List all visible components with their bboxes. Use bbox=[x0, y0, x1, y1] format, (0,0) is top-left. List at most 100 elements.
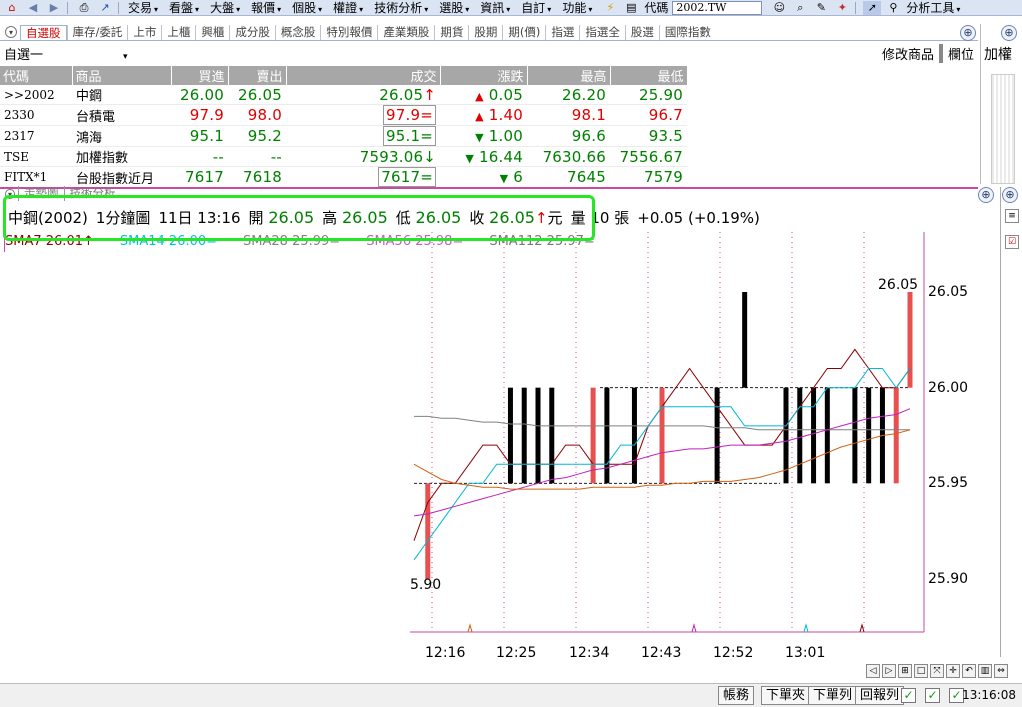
account-button[interactable]: 帳務 bbox=[718, 686, 755, 705]
order-folder-button[interactable]: 下單夾 bbox=[761, 686, 811, 705]
menu-stocks[interactable]: 個股 bbox=[287, 0, 328, 16]
report-bar-button[interactable]: 回報列 bbox=[855, 686, 905, 705]
side-check-icon[interactable]: ☑ bbox=[1005, 235, 1019, 249]
quote-ask[interactable]: -- bbox=[228, 146, 286, 167]
col-code[interactable]: 代碼 bbox=[0, 66, 73, 85]
fit-tool-icon[interactable]: ⤧ bbox=[930, 664, 944, 678]
back-icon[interactable]: ◀ bbox=[24, 1, 42, 15]
quote-change: ▼ 6 bbox=[440, 166, 527, 188]
quote-last[interactable]: 7593.06↓ bbox=[286, 146, 440, 167]
scroll-left-icon[interactable]: ◁ bbox=[866, 664, 880, 678]
col-bid[interactable]: 買進 bbox=[171, 66, 229, 85]
quote-bid[interactable]: 95.1 bbox=[171, 125, 228, 147]
bar-chart-icon[interactable]: ▥ bbox=[978, 664, 992, 678]
quote-last[interactable]: 97.9= bbox=[286, 104, 440, 126]
quote-last[interactable]: 95.1= bbox=[286, 125, 440, 147]
notepad-icon[interactable]: ▤ bbox=[622, 1, 640, 15]
quote-row[interactable]: >>2002 中鋼 26.00 26.05 26.05↑ ▲ 0.05 26.20 25.90 bbox=[0, 85, 687, 105]
side-tab-icon[interactable]: ≡ bbox=[1005, 209, 1019, 223]
menu-warrants[interactable]: 權證 bbox=[328, 0, 369, 16]
quote-row[interactable]: 2317 鴻海 95.1 95.2 95.1= ▼ 1.00 96.6 93.5 bbox=[0, 125, 687, 147]
quote-bid[interactable]: -- bbox=[171, 146, 228, 167]
zoom-in-icon[interactable]: ⊕ bbox=[960, 25, 976, 41]
pointer-icon[interactable]: ➚ bbox=[863, 0, 882, 15]
zoom-tool-icon[interactable]: ⊞ bbox=[898, 664, 912, 678]
col-high[interactable]: 最高 bbox=[527, 66, 611, 85]
tab-stock-futures[interactable]: 股期 bbox=[468, 25, 502, 40]
chart-zoom-icon[interactable]: ⊕ bbox=[978, 187, 994, 203]
quote-last[interactable]: 7617= bbox=[286, 166, 440, 188]
tab-holdings[interactable]: 庫存/委託 bbox=[66, 25, 128, 40]
menu-technical[interactable]: 技術分析 bbox=[369, 0, 434, 16]
tab-otc[interactable]: 上櫃 bbox=[161, 25, 195, 40]
clock: 13:16:08 bbox=[962, 688, 1016, 702]
code-input[interactable]: 2002.TW bbox=[672, 0, 763, 15]
quote-row[interactable]: TSE 加權指數 -- -- 7593.06↓ ▼ 16.44 7630.66 7556.67 bbox=[0, 146, 687, 167]
quote-last[interactable]: 26.05↑ bbox=[286, 85, 440, 105]
menu-info[interactable]: 資訊 bbox=[475, 0, 516, 16]
print-icon[interactable]: ⎙ bbox=[75, 1, 93, 15]
fields-button[interactable]: 欄位 bbox=[946, 44, 976, 63]
external-link-icon[interactable]: ↗ bbox=[96, 1, 114, 15]
tab-international[interactable]: 國際指數 bbox=[658, 25, 716, 40]
down-triangle-icon: ▼ bbox=[499, 172, 509, 185]
menu-quotes[interactable]: 報價 bbox=[246, 0, 287, 16]
quote-ask[interactable]: 26.05 bbox=[228, 85, 286, 105]
select-tool-icon[interactable]: □ bbox=[914, 664, 928, 678]
col-last[interactable]: 成交 bbox=[286, 66, 441, 85]
quote-ask[interactable]: 7618 bbox=[228, 166, 286, 188]
forward-icon[interactable]: ▶ bbox=[45, 1, 63, 15]
undo-icon[interactable]: ↶ bbox=[962, 664, 976, 678]
x-tick-label: 13:01 bbox=[785, 645, 826, 661]
quote-bid[interactable]: 7617 bbox=[171, 166, 228, 188]
quote-ask[interactable]: 95.2 bbox=[228, 125, 286, 147]
menu-market[interactable]: 大盤 bbox=[205, 0, 246, 16]
menu-functions[interactable]: 功能 bbox=[557, 0, 598, 16]
menu-trade[interactable]: 交易 bbox=[123, 0, 164, 16]
tab-index-options[interactable]: 指選 bbox=[545, 25, 579, 40]
crosshair-icon[interactable]: ✛ bbox=[946, 664, 960, 678]
home-icon[interactable]: ⌂ bbox=[3, 1, 21, 15]
quote-row[interactable]: 2330 台積電 97.9 98.0 97.9= ▲ 1.40 98.1 96.7 bbox=[0, 104, 687, 126]
tab-concepts[interactable]: 概念股 bbox=[274, 25, 321, 40]
resize-icon[interactable]: ⇔ bbox=[994, 664, 1008, 678]
order-bar-button[interactable]: 下單列 bbox=[808, 686, 858, 705]
alert-icon[interactable]: ✦ bbox=[833, 1, 851, 15]
tab-futures-price[interactable]: 期(價) bbox=[502, 25, 545, 40]
quote-ask[interactable]: 98.0 bbox=[228, 104, 286, 126]
tab-special-quotes[interactable]: 特別報價 bbox=[320, 25, 377, 40]
quote-row[interactable]: FITX*1 台股指數近月 7617 7618 7617= ▼ 6 7645 7579 bbox=[0, 166, 687, 188]
search-icon[interactable]: ⌕ bbox=[791, 1, 809, 15]
tab-stock-options[interactable]: 股選 bbox=[624, 25, 659, 40]
tab-components[interactable]: 成分股 bbox=[229, 25, 275, 40]
menu-watch[interactable]: 看盤 bbox=[164, 0, 205, 16]
lightning-icon[interactable]: ⚡ bbox=[601, 1, 619, 15]
tab-emerging[interactable]: 興櫃 bbox=[195, 25, 229, 40]
quote-bid[interactable]: 26.00 bbox=[171, 85, 228, 105]
analysis-tools-icon[interactable]: ⚲ bbox=[884, 1, 902, 15]
tab-futures[interactable]: 期貨 bbox=[434, 25, 468, 40]
scroll-right-icon[interactable]: ▷ bbox=[882, 664, 896, 678]
quote-change: ▼ 1.00 bbox=[440, 125, 527, 147]
tab-watchlist[interactable]: 自選股 bbox=[20, 25, 67, 40]
watchlist-select[interactable]: 自選一 ▾ bbox=[4, 44, 150, 63]
up-triangle-icon: ▲ bbox=[475, 89, 484, 103]
people-icon[interactable]: ☺ bbox=[770, 1, 788, 15]
tab-industry[interactable]: 產業類股 bbox=[377, 25, 434, 40]
zoom-in-icon[interactable]: ⊕ bbox=[1001, 25, 1017, 41]
checkbox-2[interactable]: ✓ bbox=[925, 688, 940, 703]
tools-icon[interactable]: ✎ bbox=[812, 1, 830, 15]
menu-custom[interactable]: 自訂 bbox=[516, 0, 557, 16]
tab-menu-icon[interactable]: ▾ bbox=[5, 26, 17, 38]
menu-screener[interactable]: 選股 bbox=[434, 0, 475, 16]
tab-index-options-all[interactable]: 指選全 bbox=[579, 25, 625, 40]
checkbox-1[interactable]: ✓ bbox=[901, 688, 916, 703]
col-name[interactable]: 商品 bbox=[72, 66, 172, 85]
col-ask[interactable]: 賣出 bbox=[228, 66, 287, 85]
col-low[interactable]: 最低 bbox=[610, 66, 688, 85]
modify-items-button[interactable]: 修改商品 bbox=[880, 44, 936, 63]
tab-listed[interactable]: 上市 bbox=[127, 25, 161, 40]
quote-bid[interactable]: 97.9 bbox=[171, 104, 228, 126]
col-change[interactable]: 漲跌 bbox=[440, 66, 528, 85]
menu-analysis-tools[interactable]: 分析工具 bbox=[902, 0, 964, 16]
